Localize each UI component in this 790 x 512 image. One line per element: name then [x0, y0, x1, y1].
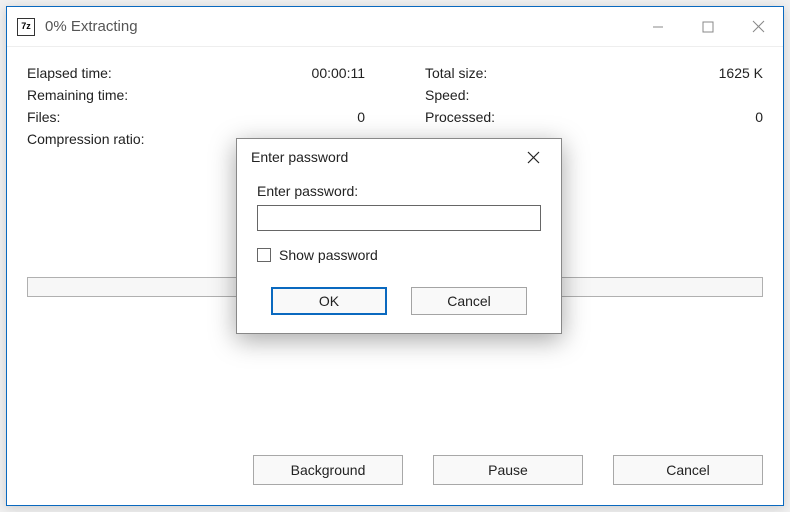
stat-row: Files: 0 [27, 109, 365, 125]
total-size-label: Total size: [425, 65, 683, 81]
total-size-value: 1625 K [683, 65, 763, 81]
stat-row: Total size: 1625 K [425, 65, 763, 81]
processed-value: 0 [683, 109, 763, 125]
stats-right-column: Total size: 1625 K Speed: Processed: 0 [425, 65, 763, 147]
dialog-button-row: OK Cancel [257, 287, 541, 315]
dialog-close-button[interactable] [515, 139, 551, 175]
stats-left-column: Elapsed time: 00:00:11 Remaining time: F… [27, 65, 365, 147]
ok-button[interactable]: OK [271, 287, 387, 315]
close-button[interactable] [733, 7, 783, 46]
stat-row: Processed: 0 [425, 109, 763, 125]
elapsed-time-value: 00:00:11 [285, 65, 365, 81]
stats-grid: Elapsed time: 00:00:11 Remaining time: F… [27, 65, 763, 147]
password-input[interactable] [257, 205, 541, 231]
remaining-time-label: Remaining time: [27, 87, 285, 103]
password-dialog: Enter password Enter password: Show pass… [236, 138, 562, 334]
elapsed-time-label: Elapsed time: [27, 65, 285, 81]
stat-row: Elapsed time: 00:00:11 [27, 65, 365, 81]
pause-button[interactable]: Pause [433, 455, 583, 485]
maximize-button[interactable] [683, 7, 733, 46]
dialog-title: Enter password [251, 149, 348, 165]
show-password-row: Show password [257, 247, 541, 263]
show-password-label: Show password [279, 247, 378, 263]
dialog-cancel-button[interactable]: Cancel [411, 287, 527, 315]
stat-row: Remaining time: [27, 87, 365, 103]
window-controls [633, 7, 783, 46]
speed-label: Speed: [425, 87, 683, 103]
titlebar: 7z 0% Extracting [7, 7, 783, 47]
files-label: Files: [27, 109, 285, 125]
processed-label: Processed: [425, 109, 683, 125]
minimize-button[interactable] [633, 7, 683, 46]
password-field-label: Enter password: [257, 183, 541, 199]
window-title: 0% Extracting [45, 18, 138, 35]
bottom-button-row: Background Pause Cancel [27, 455, 763, 491]
cancel-button[interactable]: Cancel [613, 455, 763, 485]
dialog-body: Enter password: Show password OK Cancel [237, 175, 561, 333]
dialog-titlebar: Enter password [237, 139, 561, 175]
stat-row: Speed: [425, 87, 763, 103]
speed-value [683, 87, 763, 103]
remaining-time-value [285, 87, 365, 103]
background-button[interactable]: Background [253, 455, 403, 485]
app-icon-7z: 7z [17, 18, 35, 36]
files-value: 0 [285, 109, 365, 125]
show-password-checkbox[interactable] [257, 248, 271, 262]
